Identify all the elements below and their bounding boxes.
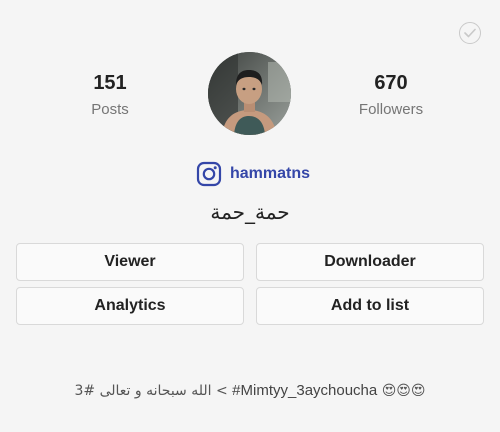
posts-label: Posts [91,101,129,118]
full-name: حمة_حمة [210,200,290,224]
instagram-icon [196,161,222,187]
bio-hashtag[interactable]: #Mimtyy_3aychoucha [232,382,377,399]
followers-stat: 670 Followers [321,71,461,119]
posts-stat: 151 Posts [40,71,180,119]
select-check-icon[interactable] [459,22,481,44]
bio-prefix: < [215,383,228,399]
username-link[interactable]: hammatns [196,160,310,188]
bio-arabic: الله سبحانه و تعالى #3 [74,383,212,399]
viewer-button[interactable]: Viewer [16,243,244,281]
username: hammatns [230,165,311,182]
followers-count: 670 [374,72,408,94]
bio-emoji: 😍😍😍 [381,383,426,399]
followers-label: Followers [358,101,424,118]
analytics-button[interactable]: Analytics [16,287,244,325]
downloader-button[interactable]: Downloader [256,243,484,281]
add-to-list-button[interactable]: Add to list [256,287,484,325]
posts-count: 151 [93,72,127,94]
avatar[interactable] [208,52,291,135]
bio: الله سبحانه و تعالى #3 < #Mimtyy_3aychou… [0,382,500,399]
